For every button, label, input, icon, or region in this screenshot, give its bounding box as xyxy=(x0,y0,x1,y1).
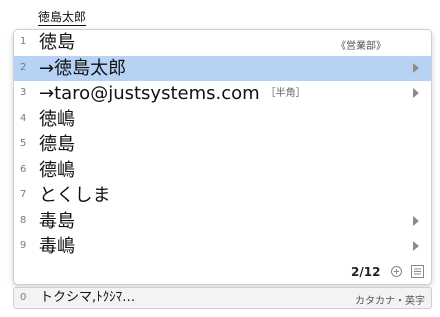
candidate-row[interactable]: 1 徳島 《営業部》 xyxy=(14,30,431,55)
candidate-number: 5 xyxy=(20,138,27,149)
candidate-number: 6 xyxy=(20,163,27,175)
candidate-window: 1 徳島 《営業部》 2 →徳島太郎 3 →taro@justsystems.com ［半角］… xyxy=(13,29,432,285)
submenu-arrow-icon[interactable] xyxy=(413,215,419,226)
candidate-label: 毒島 xyxy=(39,210,75,232)
candidate-label: 徳島 xyxy=(39,32,75,53)
bottom-candidate-text: トクシマ,ﾄｸｼﾏ… xyxy=(40,290,136,305)
candidate-row[interactable]: 5 德島 xyxy=(14,132,431,157)
candidate-annotation: ［半角］ xyxy=(265,88,306,99)
candidate-text: 徳嶋 xyxy=(39,108,75,132)
candidate-number: 3 xyxy=(20,87,27,98)
candidate-label: 德島 xyxy=(39,134,75,155)
katakana-conversion-bar[interactable]: 0 トクシマ,ﾄｸｼﾏ… カタカナ・英字 xyxy=(13,287,432,309)
conversion-mode-label: カタカナ・英字 xyxy=(355,296,425,307)
candidate-label: →徳島太郎 xyxy=(39,57,127,79)
submenu-arrow-icon[interactable] xyxy=(413,241,419,251)
candidate-number: 2 xyxy=(20,61,27,73)
submenu-arrow-icon[interactable] xyxy=(413,88,419,98)
candidate-label: 毒嶋 xyxy=(39,236,75,257)
list-icon[interactable] xyxy=(411,265,424,278)
candidate-text: 毒嶋 xyxy=(39,235,75,259)
candidate-text: →徳島太郎 xyxy=(39,57,126,81)
candidate-number: 7 xyxy=(20,189,27,200)
candidate-number: 8 xyxy=(20,214,27,226)
candidate-number: 1 xyxy=(20,36,27,47)
candidate-label: とくしま xyxy=(39,185,111,206)
page-indicator: 2/12 xyxy=(351,265,381,279)
bottom-number: 0 xyxy=(20,292,27,303)
candidate-row[interactable]: 8 毒島 xyxy=(14,209,431,234)
candidate-text: 德島 xyxy=(39,133,75,157)
candidate-number: 4 xyxy=(20,112,27,124)
candidate-text: 德嶋 xyxy=(39,159,75,183)
candidate-row[interactable]: 9 毒嶋 xyxy=(14,234,431,259)
candidate-row[interactable]: 3 →taro@justsystems.com ［半角］ xyxy=(14,81,431,106)
candidate-text: 徳島 xyxy=(39,31,75,55)
composition-text: 徳島太郎 xyxy=(38,10,87,26)
candidate-row[interactable]: 2 →徳島太郎 xyxy=(14,55,431,81)
candidate-label: 德嶋 xyxy=(39,159,75,181)
candidate-text: →taro@justsystems.com ［半角］ xyxy=(39,82,306,106)
submenu-arrow-icon[interactable] xyxy=(413,62,419,73)
candidate-text: 毒島 xyxy=(39,210,75,234)
zoom-icon[interactable] xyxy=(390,265,403,278)
candidate-note: 《営業部》 xyxy=(336,41,386,52)
candidate-label: →taro@justsystems.com xyxy=(39,83,260,104)
candidate-text: とくしま xyxy=(39,184,110,208)
candidate-footer: 2/12 xyxy=(14,261,431,283)
candidate-number: 9 xyxy=(20,240,27,251)
candidate-row[interactable]: 4 徳嶋 xyxy=(14,107,431,132)
candidate-row[interactable]: 7 とくしま xyxy=(14,183,431,208)
candidate-row[interactable]: 6 德嶋 xyxy=(14,158,431,183)
candidate-label: 徳嶋 xyxy=(39,108,75,130)
